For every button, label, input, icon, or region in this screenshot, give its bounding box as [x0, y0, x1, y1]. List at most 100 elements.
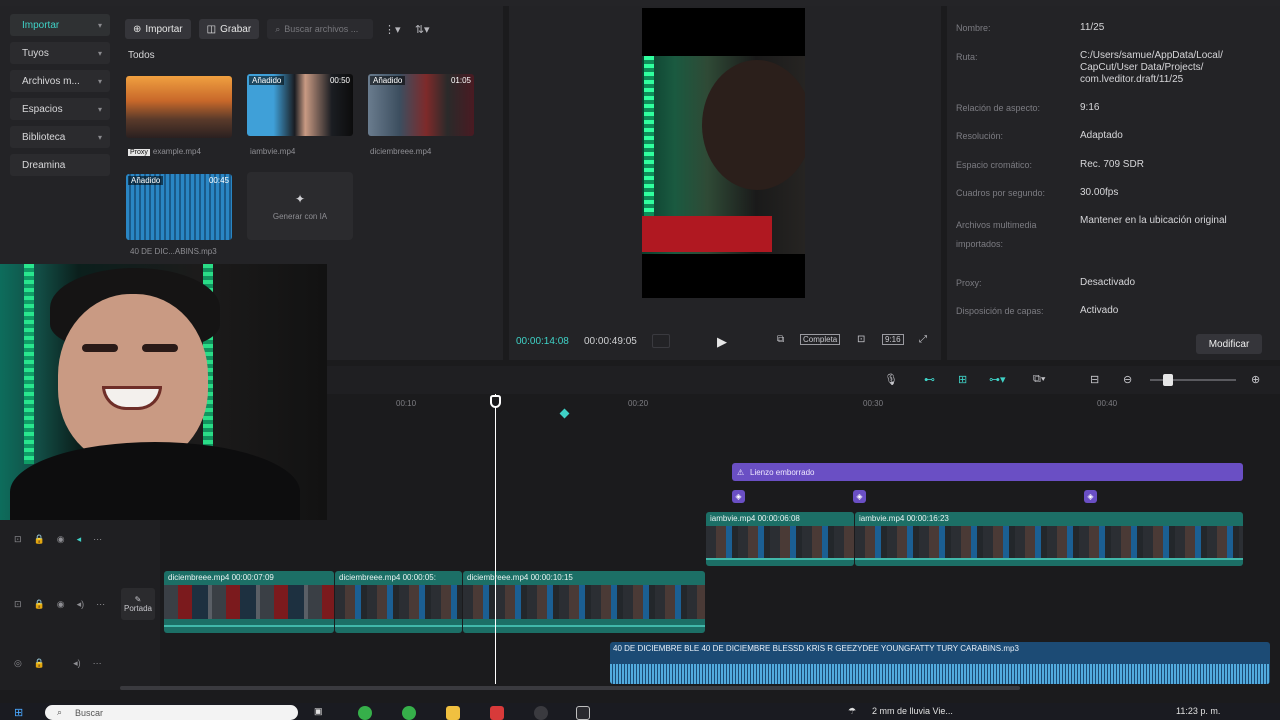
chevron-down-icon: ▾ — [97, 48, 102, 58]
audio-clip[interactable]: 40 DE DICIEMBRE BLE 40 DE DICIEMBRE BLES… — [610, 642, 1270, 684]
audio-icon[interactable]: ◂) — [77, 599, 85, 610]
sidebar-item-label: Archivos m... — [22, 75, 80, 87]
playhead-handle[interactable] — [490, 395, 501, 408]
taskbar-search-placeholder: Buscar — [75, 707, 104, 718]
file-explorer-icon[interactable] — [446, 706, 460, 720]
sidebar-item-biblioteca[interactable]: Biblioteca ▾ — [10, 126, 110, 148]
prop-value-resolution: Adaptado — [1080, 130, 1123, 141]
chevron-down-icon: ▾ — [97, 132, 102, 142]
fullscreen-icon[interactable]: ⤢ — [919, 334, 927, 345]
sidebar-item-label: Tuyos — [22, 47, 49, 59]
media-thumb-diciembreee[interactable]: Añadido 01:05 — [368, 74, 474, 136]
prop-value-layers: Activado — [1080, 305, 1119, 316]
split-link-icon[interactable]: ⊶▾ — [989, 373, 1006, 386]
app-icon[interactable] — [490, 706, 504, 720]
taskbar-search-input[interactable]: ⌕ Buscar — [45, 705, 298, 720]
filter-icon[interactable]: ⋮▾ — [381, 19, 403, 39]
timeline-marker[interactable] — [559, 408, 570, 419]
timeline-clip[interactable]: diciembreee.mp4 00:00:07:09 — [164, 571, 334, 633]
timecode-toggle-icon[interactable] — [652, 334, 670, 348]
full-quality-button[interactable]: Completa — [800, 334, 841, 345]
media-thumb-audio[interactable]: Añadido 00:45 — [126, 174, 232, 240]
crop-icon[interactable]: ⧉ — [777, 334, 784, 345]
zoom-in-icon[interactable]: ⊕ — [1251, 373, 1260, 386]
zoom-slider-handle[interactable] — [1163, 374, 1173, 386]
media-thumb-example[interactable] — [126, 76, 232, 138]
sidebar-item-espacios[interactable]: Espacios ▾ — [10, 98, 110, 120]
microphone-icon[interactable]: 🎙 — [884, 373, 898, 386]
added-tag: Añadido — [128, 176, 164, 185]
media-thumb-iambvie[interactable]: Añadido 00:50 — [247, 74, 353, 136]
prop-label-media: Archivos multimedia importados: — [956, 220, 1037, 249]
lock-icon[interactable]: 🔒 — [34, 658, 45, 669]
clip-title: diciembreee.mp4 00:00:07:09 — [168, 573, 274, 582]
lock-icon[interactable]: 🔒 — [34, 599, 45, 610]
link-icon[interactable]: ⊷ — [924, 373, 935, 386]
more-icon[interactable]: ⋯ — [93, 658, 102, 669]
generate-ai-button[interactable]: ✦ Generar con IA — [247, 172, 353, 240]
sidebar-item-dreamina[interactable]: Dreamina — [10, 154, 110, 176]
task-view-icon[interactable]: ▣ — [314, 706, 323, 717]
led-strip — [644, 56, 654, 226]
track-controls-top: ⊡ 🔒 ◉ ◂ ⋯ — [14, 534, 102, 545]
eye-icon[interactable]: ◉ — [57, 534, 65, 545]
added-tag: Añadido — [370, 76, 406, 85]
track-layer-icon[interactable]: ⊡ — [14, 599, 22, 610]
track-controls-main: ⊡ 🔒 ◉ ◂) ⋯ — [14, 599, 105, 610]
sidebar-item-importar[interactable]: Importar ▾ — [10, 14, 110, 36]
webcam-overlay — [0, 264, 327, 520]
timeline-clip[interactable]: diciembreee.mp4 00:00:10:15 — [463, 571, 705, 633]
prop-value-media: Mantener en la ubicación original — [1080, 215, 1227, 226]
media-toolbar: ⊕ Importar ◫ Grabar ⌕ Buscar archivos ... ⋮… — [125, 19, 433, 39]
keyframe-icon[interactable]: ◈ — [732, 490, 745, 503]
timeline-clip[interactable]: iambvie.mp4 00:00:16:23 — [855, 512, 1243, 566]
more-icon[interactable]: ⋯ — [93, 534, 102, 545]
aspect-ratio-button[interactable]: 9:16 — [882, 334, 904, 345]
sidebar-item-archivos[interactable]: Archivos m... ▾ — [10, 70, 110, 92]
duration-label: 00:50 — [329, 76, 350, 85]
timeline-clip[interactable]: diciembreee.mp4 00:00:05: — [335, 571, 462, 633]
prop-value-fps: 30.00fps — [1080, 187, 1119, 198]
eye-icon[interactable]: ◉ — [57, 599, 65, 610]
more-icon[interactable]: ⋯ — [96, 599, 105, 610]
person-shirt — [10, 442, 300, 520]
clip-frames — [706, 526, 854, 560]
app-icon[interactable] — [358, 706, 372, 720]
audio-icon[interactable]: ◂ — [77, 534, 82, 545]
blur-canvas-clip[interactable]: ⚠ Lienzo emborrado — [732, 463, 1243, 481]
sort-icon[interactable]: ⇅▾ — [411, 19, 433, 39]
audio-track-icon[interactable]: ◎ — [14, 658, 22, 669]
chevron-down-icon: ▾ — [97, 104, 102, 114]
cover-button[interactable]: ✎ Portada — [121, 588, 155, 620]
playhead-line[interactable] — [495, 394, 496, 684]
import-button[interactable]: ⊕ Importar — [125, 19, 191, 39]
section-title: Todos — [128, 50, 155, 61]
app-icon[interactable] — [534, 706, 548, 720]
timeline-clip[interactable]: iambvie.mp4 00:00:06:08 — [706, 512, 854, 566]
clip-title: iambvie.mp4 00:00:16:23 — [859, 514, 949, 523]
track-layer-icon[interactable]: ⊡ — [14, 534, 22, 545]
current-timecode: 00:00:14:08 — [516, 336, 569, 347]
windows-start-icon[interactable]: ⊞ — [14, 706, 23, 719]
keyframe-icon[interactable]: ◈ — [853, 490, 866, 503]
warning-icon: ⚠ — [737, 467, 745, 477]
capcut-icon[interactable] — [576, 706, 590, 720]
keyframe-icon[interactable]: ◈ — [1084, 490, 1097, 503]
caption-icon[interactable]: ⊟ — [1090, 373, 1099, 386]
play-button[interactable]: ▶ — [717, 334, 731, 349]
zoom-out-icon[interactable]: ⊖ — [1123, 373, 1132, 386]
record-button[interactable]: ◫ Grabar — [198, 19, 260, 39]
search-input[interactable]: ⌕ Buscar archivos ... — [267, 19, 374, 39]
app-icon[interactable] — [402, 706, 416, 720]
sidebar-item-tuyos[interactable]: Tuyos ▾ — [10, 42, 110, 64]
prop-label-name: Nombre: — [956, 23, 991, 33]
lock-icon[interactable]: 🔒 — [34, 534, 45, 545]
snap-icon[interactable]: ⊞ — [958, 373, 967, 386]
preview-axis-icon[interactable]: ⧉▾ — [1033, 373, 1045, 386]
audio-icon[interactable]: ◂) — [73, 658, 81, 669]
timeline-scrollbar[interactable] — [120, 686, 1020, 690]
full-quality-label: Completa — [800, 334, 841, 345]
ruler-tick: 00:10 — [396, 399, 417, 408]
modify-button[interactable]: Modificar — [1196, 334, 1262, 354]
snapshot-icon[interactable]: ⊡ — [857, 334, 865, 345]
